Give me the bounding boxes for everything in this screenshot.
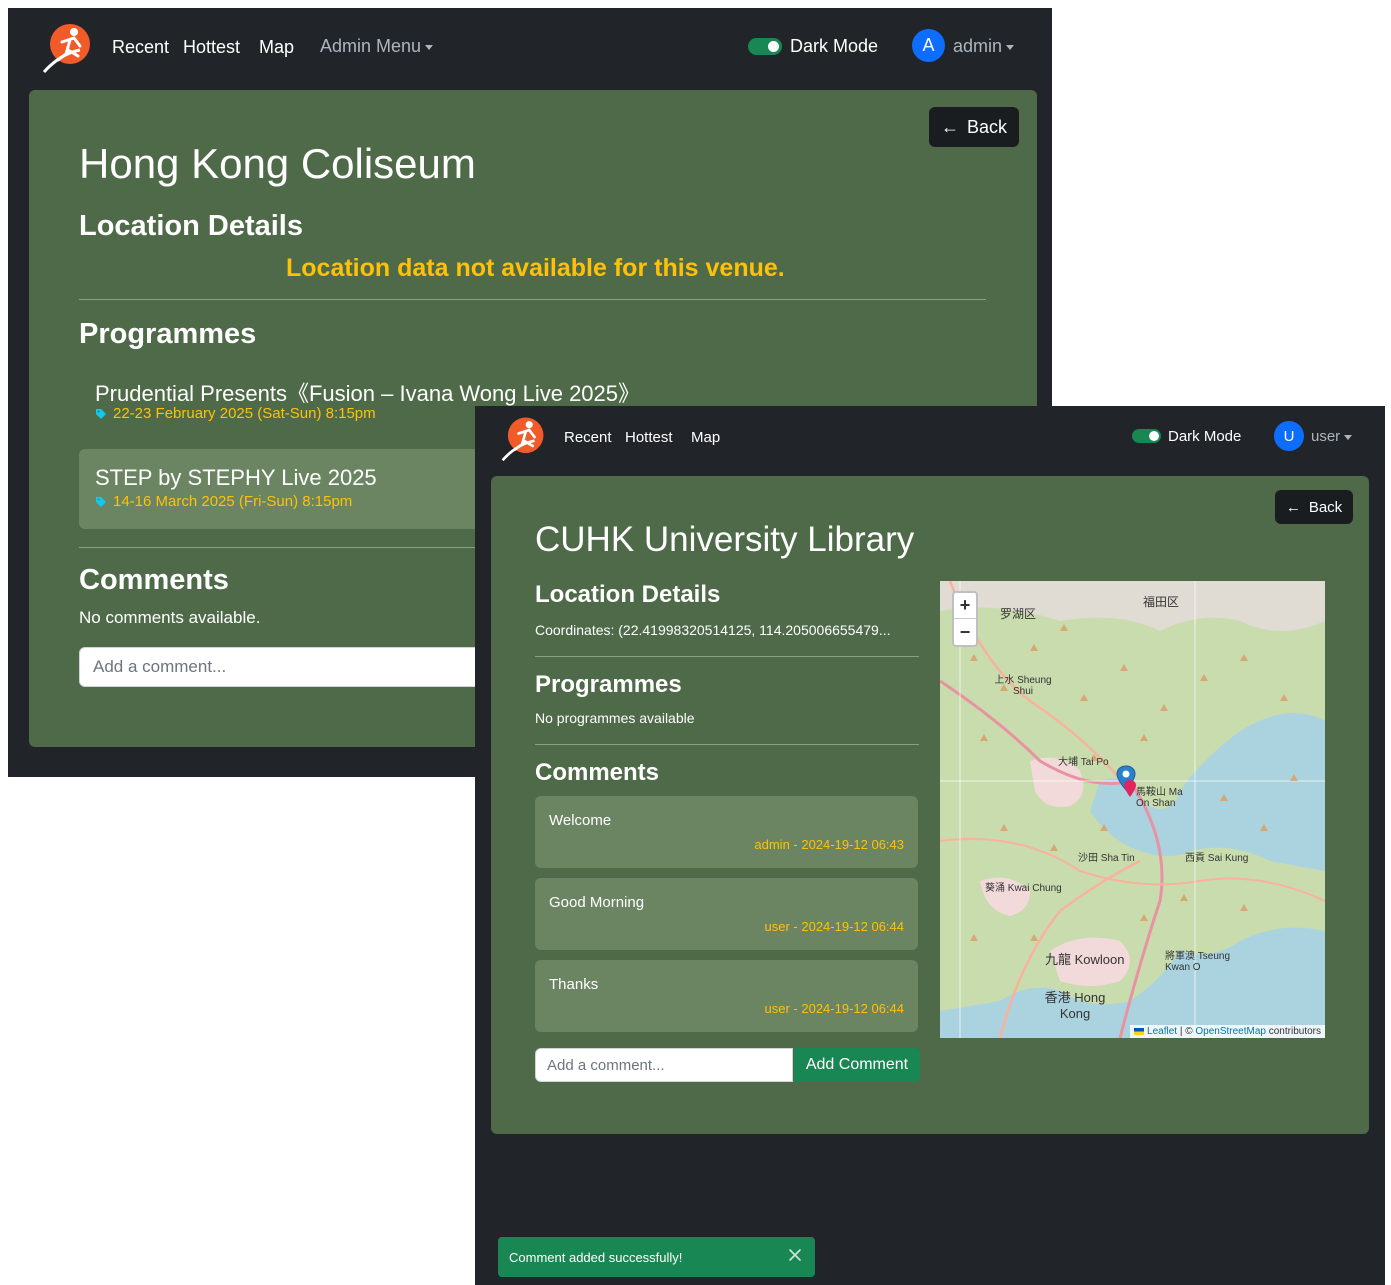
user-menu-dropdown[interactable]: user xyxy=(1311,428,1353,445)
add-comment-button[interactable]: Add Comment xyxy=(794,1048,920,1082)
chevron-down-icon xyxy=(1006,44,1015,50)
location-warning: Location data not available for this ven… xyxy=(286,254,785,282)
programme-title: Prudential Presents《Fusion – Ivana Wong … xyxy=(95,381,641,406)
attribution-tail: contributors xyxy=(1265,1026,1321,1037)
back-label: Back xyxy=(966,116,1008,137)
username-label: admin xyxy=(953,36,1003,56)
dark-mode-label: Dark Mode xyxy=(790,36,879,56)
admin-menu-dropdown[interactable]: Admin Menu xyxy=(320,36,434,57)
map-label: 福田区 xyxy=(1143,595,1180,609)
venue-window-cuhk-library: Recent Hottest Map Dark Mode U user ← Bac… xyxy=(475,406,1385,1285)
comment-input-placeholder: Add a comment... xyxy=(93,657,227,676)
toggle-knob xyxy=(768,41,779,52)
comment-item: Good Morning user - 2024-19-12 06:44 xyxy=(535,878,918,950)
leaflet-flag-icon xyxy=(1134,1027,1145,1035)
map-label: 罗湖区 xyxy=(1000,607,1037,621)
app-logo[interactable] xyxy=(40,20,94,74)
no-comments-text: No comments available. xyxy=(79,608,261,627)
dark-mode-toggle[interactable] xyxy=(1132,429,1161,443)
comment-input[interactable]: Add a comment... xyxy=(535,1048,793,1082)
toast-message: Comment added successfully! xyxy=(509,1249,683,1265)
avatar[interactable]: U xyxy=(1274,421,1304,451)
attribution-separator: | © xyxy=(1177,1026,1196,1037)
user-menu-dropdown[interactable]: admin xyxy=(953,36,1015,57)
nav-map[interactable]: Map xyxy=(259,37,294,58)
nav-recent[interactable]: Recent xyxy=(112,37,169,58)
nav-hottest[interactable]: Hottest xyxy=(183,37,240,58)
venue-panel: ← Back CUHK University Library Location D… xyxy=(491,476,1369,1134)
admin-menu-label: Admin Menu xyxy=(320,36,422,56)
divider xyxy=(79,299,986,300)
navbar: Recent Hottest Map Admin Menu Dark Mode … xyxy=(8,8,1052,88)
map-label: 香港 Hong Kong xyxy=(1044,990,1106,1021)
comment-text: Welcome xyxy=(549,812,612,829)
dark-mode-toggle[interactable] xyxy=(748,38,782,55)
map-label: 西貢 Sai Kung xyxy=(1185,853,1249,864)
navbar: Recent Hottest Map Dark Mode U user xyxy=(475,406,1385,470)
map-marker-icon[interactable] xyxy=(1116,764,1142,802)
divider xyxy=(535,656,919,657)
back-button[interactable]: ← Back xyxy=(1275,490,1353,524)
location-heading: Location Details xyxy=(535,581,721,608)
comments-heading: Comments xyxy=(535,759,660,786)
username-label: user xyxy=(1311,428,1341,445)
comment-meta: admin - 2024-19-12 06:43 xyxy=(754,837,904,852)
leaflet-link[interactable]: Leaflet xyxy=(1147,1026,1177,1037)
programme-date-text: 14-16 March 2025 (Fri-Sun) 8:15pm xyxy=(113,493,353,510)
tag-icon xyxy=(96,496,106,507)
location-heading: Location Details xyxy=(79,210,303,242)
comment-text: Good Morning xyxy=(549,894,645,911)
comment-text: Thanks xyxy=(549,976,599,993)
programmes-heading: Programmes xyxy=(79,318,257,350)
success-toast: Comment added successfully! xyxy=(498,1237,815,1277)
programme-title: STEP by STEPHY Live 2025 xyxy=(95,465,377,490)
comments-heading: Comments xyxy=(79,564,229,596)
osm-link[interactable]: OpenStreetMap xyxy=(1195,1026,1266,1037)
zoom-in-button[interactable]: + xyxy=(954,593,976,619)
map-label: 上水 Sheung Shui xyxy=(994,675,1052,697)
page-title: CUHK University Library xyxy=(535,520,915,559)
app-logo[interactable] xyxy=(499,414,547,462)
map-label: 馬鞍山 Ma On Shan xyxy=(1136,787,1183,809)
programme-date: 14-16 March 2025 (Fri-Sun) 8:15pm xyxy=(95,493,352,510)
avatar[interactable]: A xyxy=(912,29,945,62)
programme-date: 22-23 February 2025 (Sat-Sun) 8:15pm xyxy=(95,405,376,422)
dark-mode-label: Dark Mode xyxy=(1168,428,1242,445)
map-label: 九龍 Kowloon xyxy=(1045,952,1125,967)
comment-input-placeholder: Add a comment... xyxy=(547,1056,665,1074)
nav-recent[interactable]: Recent xyxy=(564,429,612,446)
divider xyxy=(535,744,919,745)
close-icon[interactable] xyxy=(787,1247,803,1263)
tag-icon xyxy=(96,408,106,419)
programme-date-text: 22-23 February 2025 (Sat-Sun) 8:15pm xyxy=(113,405,376,422)
page-title: Hong Kong Coliseum xyxy=(79,140,476,187)
comment-item: Thanks user - 2024-19-12 06:44 xyxy=(535,960,918,1032)
venue-map[interactable]: 罗湖区 福田区 上水 Sheung Shui 大埔 Tai Po 馬鞍山 Ma … xyxy=(940,581,1325,1038)
nav-map[interactable]: Map xyxy=(691,429,720,446)
chevron-down-icon xyxy=(425,44,434,50)
back-button[interactable]: ← Back xyxy=(929,107,1019,147)
map-zoom-control: + − xyxy=(952,591,978,647)
zoom-out-button[interactable]: − xyxy=(954,619,976,645)
map-label: 葵涌 Kwai Chung xyxy=(985,883,1062,894)
toggle-knob xyxy=(1149,431,1159,441)
back-label: Back xyxy=(1308,498,1343,516)
arrow-left-icon: ← xyxy=(1285,498,1301,516)
comment-item: Welcome admin - 2024-19-12 06:43 xyxy=(535,796,918,868)
programmes-heading: Programmes xyxy=(535,671,682,698)
map-label: 大埔 Tai Po xyxy=(1058,757,1109,768)
map-attribution: Leaflet | © OpenStreetMap contributors xyxy=(1130,1025,1325,1038)
arrow-left-icon: ← xyxy=(940,116,959,137)
map-tiles[interactable] xyxy=(940,581,1325,1038)
comment-meta: user - 2024-19-12 06:44 xyxy=(764,1001,904,1016)
map-label: 將軍澳 Tseung Kwan O xyxy=(1165,951,1231,973)
chevron-down-icon xyxy=(1344,434,1353,440)
nav-hottest[interactable]: Hottest xyxy=(625,429,673,446)
comment-meta: user - 2024-19-12 06:44 xyxy=(764,919,904,934)
map-label: 沙田 Sha Tin xyxy=(1078,853,1135,864)
coordinates-text: Coordinates: (22.41998320514125, 114.205… xyxy=(535,622,891,638)
no-programmes-text: No programmes available xyxy=(535,710,695,726)
